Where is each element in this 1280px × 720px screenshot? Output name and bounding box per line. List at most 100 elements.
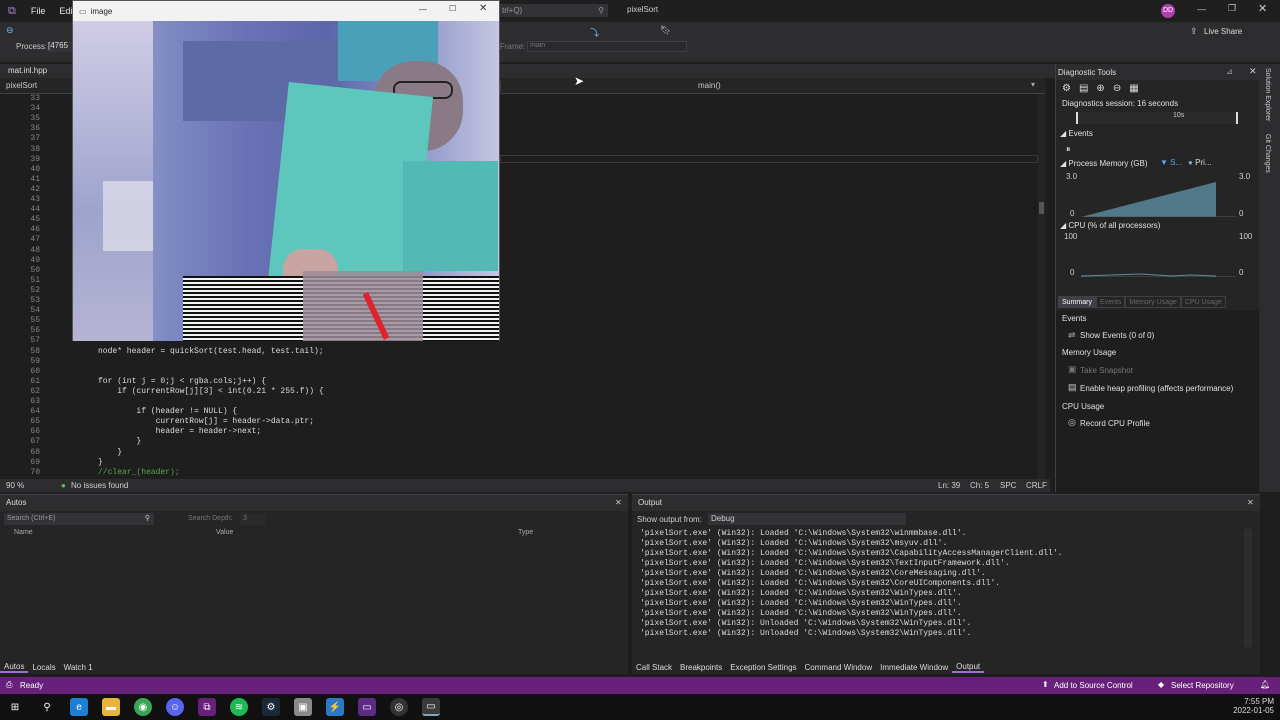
heap-profiling-toggle[interactable]: Enable heap profiling (affects performan…: [1080, 384, 1233, 393]
reset-icon[interactable]: ▦: [1129, 83, 1138, 94]
image-window-taskbar-icon[interactable]: ▭: [422, 698, 440, 716]
discord-icon[interactable]: ☺: [166, 698, 184, 716]
tab-mat-inl-hpp[interactable]: mat.inl.hpp: [0, 64, 55, 78]
diag-tab-events[interactable]: Events: [1095, 296, 1126, 308]
timeline-ruler[interactable]: 10s: [1076, 112, 1238, 124]
clock-time: 7:55 PM: [1244, 697, 1274, 706]
vertical-scrollbar[interactable]: [1038, 94, 1045, 479]
column-type[interactable]: Type: [518, 529, 533, 536]
code-line[interactable]: }: [98, 437, 141, 446]
output-source-dropdown[interactable]: Debug: [708, 513, 906, 525]
code-line[interactable]: if (header != NULL) {: [98, 407, 237, 416]
autos-close-icon[interactable]: ✕: [615, 495, 622, 511]
output-scrollbar[interactable]: [1244, 529, 1252, 647]
diag-tab-memory-usage[interactable]: Memory Usage: [1125, 296, 1181, 308]
code-line[interactable]: }: [98, 448, 122, 457]
code-line[interactable]: //clear_(header);: [98, 468, 180, 477]
spacing-indicator[interactable]: SPC: [1000, 481, 1016, 490]
tab-immediate-window[interactable]: Immediate Window: [876, 663, 952, 672]
tab-autos[interactable]: Autos: [0, 662, 29, 673]
output-close-icon[interactable]: ✕: [1247, 495, 1254, 511]
tab-watch-1[interactable]: Watch 1: [60, 663, 97, 672]
issues-indicator[interactable]: No issues found: [71, 481, 128, 490]
code-line[interactable]: if (currentRow[j][3] < int(0.21 * 255.f)…: [98, 387, 323, 396]
cpu-header[interactable]: ◢ CPU (% of all processors): [1060, 221, 1160, 230]
process-memory-header[interactable]: ◢ Process Memory (GB): [1060, 159, 1148, 168]
bookmark-icon[interactable]: 🔖︎: [660, 25, 671, 36]
search-taskbar-icon[interactable]: ⚲: [38, 698, 56, 716]
tab-output[interactable]: Output: [952, 662, 985, 673]
terminal-icon[interactable]: ▭: [358, 698, 376, 716]
code-line[interactable]: for (int j = 0;j < rgba.cols;j++) {: [98, 377, 266, 386]
visual-studio-icon[interactable]: ⧉: [198, 698, 216, 716]
restore-icon[interactable]: ❐: [1228, 3, 1236, 14]
folder-icon[interactable]: ▣: [294, 698, 312, 716]
code-line[interactable]: node* header = quickSort(test.head, test…: [98, 347, 324, 356]
obs-icon[interactable]: ◎: [390, 698, 408, 716]
image-window[interactable]: ▭ image — ☐ ✕: [72, 0, 500, 341]
git-changes-tab[interactable]: Git Changes: [1264, 134, 1271, 173]
project-dropdown[interactable]: pixelSort: [6, 81, 37, 90]
minimize-icon[interactable]: —: [1197, 4, 1206, 14]
status-bar: ⎙ Ready ⬆ Add to Source Control ◆ Select…: [0, 677, 1280, 694]
spotify-icon[interactable]: ≋: [230, 698, 248, 716]
app-blue-icon[interactable]: ⚡: [326, 698, 344, 716]
step-into-icon[interactable]: ⤵: [590, 26, 599, 39]
back-icon[interactable]: ⊖: [6, 25, 14, 36]
autos-search-input[interactable]: Search (Ctrl+E) ⚲: [4, 513, 154, 525]
code-line[interactable]: }: [98, 458, 103, 467]
output-text[interactable]: 'pixelSort.exe' (Win32): Loaded 'C:\Wind…: [640, 529, 1240, 647]
search-box[interactable]: trl+Q) ⚲: [500, 4, 608, 17]
diag-tab-cpu-usage[interactable]: CPU Usage: [1180, 296, 1226, 308]
tab-breakpoints[interactable]: Breakpoints: [676, 663, 726, 672]
tab-locals[interactable]: Locals: [28, 663, 59, 672]
pause-icon[interactable]: ⏸: [1066, 144, 1071, 155]
record-cpu-profile-button[interactable]: Record CPU Profile: [1080, 419, 1150, 428]
diagnostic-tools-header: Diagnostic Tools ⊿ ✕: [1056, 64, 1260, 80]
tab-exception-settings[interactable]: Exception Settings: [726, 663, 800, 672]
tab-call-stack[interactable]: Call Stack: [632, 663, 676, 672]
tab-command-window[interactable]: Command Window: [801, 663, 877, 672]
search-depth-dropdown[interactable]: 3: [240, 513, 266, 525]
select-repository-button[interactable]: Select Repository: [1171, 681, 1234, 690]
settings-icon[interactable]: ⚙: [1062, 83, 1071, 94]
file-explorer-icon[interactable]: ▬: [102, 698, 120, 716]
close-icon[interactable]: ✕: [1258, 2, 1267, 15]
column-name[interactable]: Name: [14, 529, 33, 536]
zoom-out-icon[interactable]: ⊖: [1113, 83, 1121, 94]
clock[interactable]: 7:55 PM 2022-01-05: [1232, 697, 1274, 715]
live-share-button[interactable]: Live Share: [1204, 27, 1242, 36]
pin-icon[interactable]: ⊿: [1226, 67, 1233, 76]
image-window-titlebar[interactable]: ▭ image — ☐ ✕: [73, 1, 499, 21]
steam-icon[interactable]: ⚙: [262, 698, 280, 716]
image-minimize-icon[interactable]: —: [419, 5, 427, 14]
notification-icon[interactable]: 🔔︎: [1260, 680, 1270, 689]
menu-file[interactable]: File: [24, 6, 53, 16]
stack-frame-dropdown[interactable]: main: [527, 41, 687, 52]
image-maximize-icon[interactable]: ☐: [449, 4, 456, 13]
diag-tab-summary[interactable]: Summary: [1058, 296, 1096, 308]
column-value[interactable]: Value: [216, 529, 233, 536]
avatar[interactable]: DD: [1161, 4, 1175, 18]
events-header[interactable]: ◢ Events: [1060, 129, 1093, 138]
memory-axis-bottom-left: 0: [1070, 209, 1075, 218]
chevron-down-icon[interactable]: ▾: [1031, 80, 1035, 89]
line-ending-indicator[interactable]: CRLF: [1026, 481, 1047, 490]
image-close-icon[interactable]: ✕: [479, 3, 487, 14]
show-events-link[interactable]: Show Events (0 of 0): [1080, 331, 1154, 340]
code-line[interactable]: header = header->next;: [98, 427, 262, 436]
zoom-level[interactable]: 90 %: [6, 481, 24, 490]
chrome-icon[interactable]: ◉: [134, 698, 152, 716]
start-icon[interactable]: ⊞: [6, 698, 24, 716]
function-dropdown[interactable]: main(): [698, 81, 721, 90]
code-line[interactable]: currentRow[j] = header->data.ptr;: [98, 417, 314, 426]
edge-icon[interactable]: e: [70, 698, 88, 716]
scope-dropdown[interactable]: [500, 81, 690, 92]
solution-explorer-tab[interactable]: Solution Explorer: [1264, 68, 1271, 121]
panel-close-icon[interactable]: ✕: [1249, 66, 1257, 77]
take-snapshot-button[interactable]: Take Snapshot: [1080, 366, 1133, 375]
live-share-icon[interactable]: ⇪: [1190, 26, 1198, 37]
zoom-in-icon[interactable]: ⊕: [1096, 83, 1104, 94]
add-source-control-button[interactable]: Add to Source Control: [1054, 681, 1133, 690]
report-icon[interactable]: ▤: [1079, 83, 1088, 94]
